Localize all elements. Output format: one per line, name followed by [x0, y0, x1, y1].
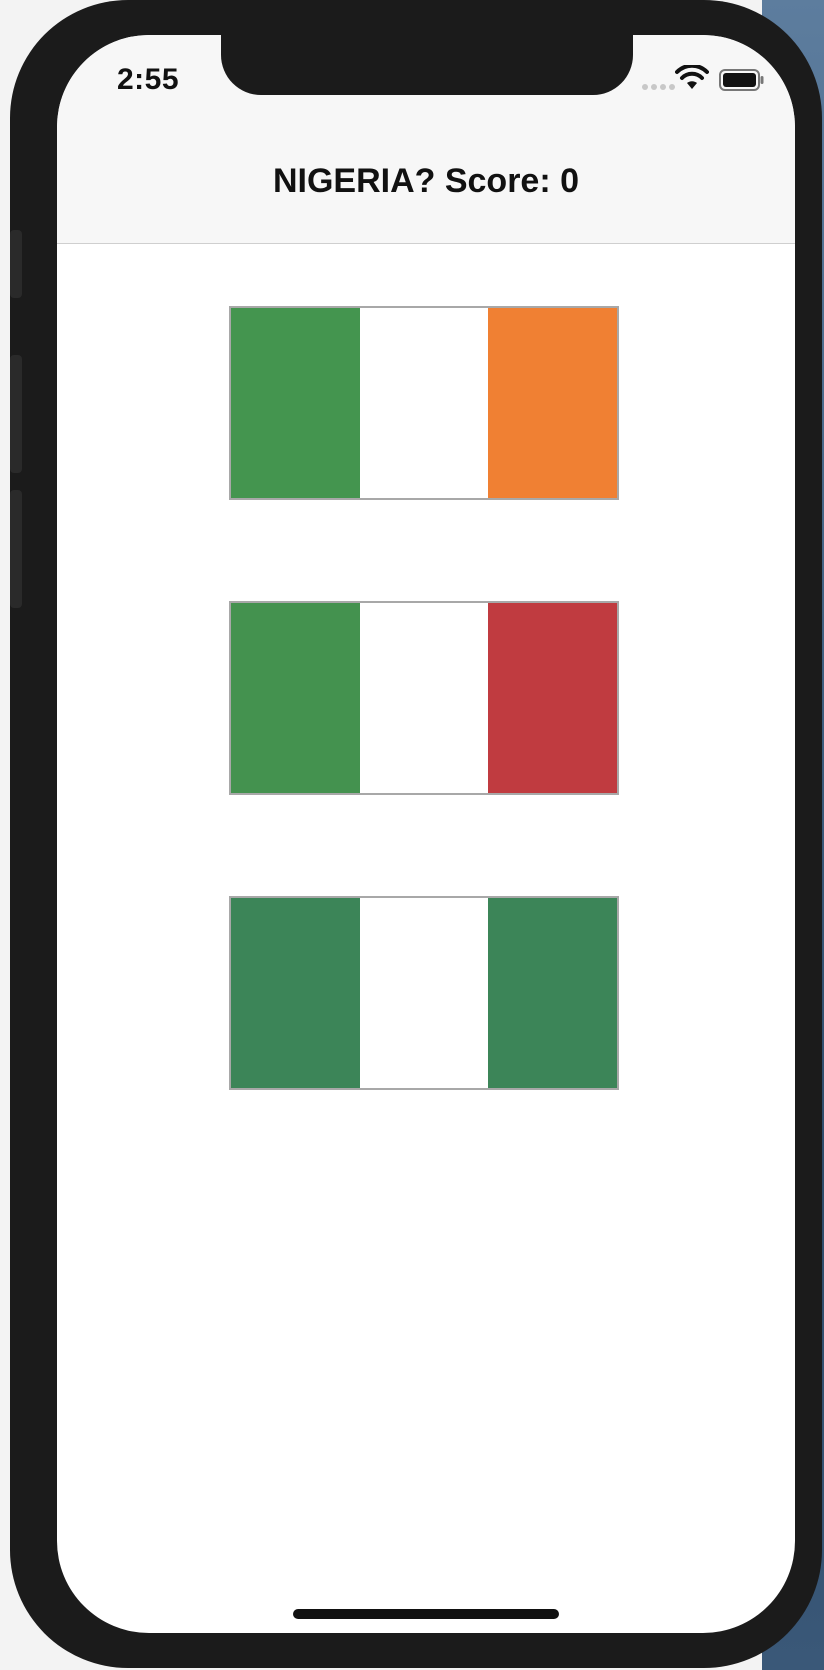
flag-stripe-middle	[359, 308, 489, 498]
flag-stripe-right	[488, 308, 618, 498]
device-notch	[221, 35, 633, 95]
flag-button-1[interactable]	[229, 306, 619, 500]
flag-stripe-middle	[359, 898, 489, 1088]
flag-stripe-middle	[359, 603, 489, 793]
page-title: NIGERIA? Score: 0	[272, 161, 580, 200]
volume-up-button	[10, 355, 22, 473]
flag-button-3[interactable]	[229, 896, 619, 1090]
battery-icon	[719, 69, 764, 91]
flag-stripe-left	[231, 308, 360, 498]
wifi-icon	[675, 65, 709, 89]
home-indicator[interactable]	[293, 1609, 559, 1619]
flag-stripe-left	[231, 603, 360, 793]
flag-stripe-right	[488, 603, 618, 793]
status-time: 2:55	[117, 63, 180, 96]
app-screen: 2:55 NIGERIA? Score: 0	[57, 35, 795, 1633]
flag-stripe-left	[231, 898, 360, 1088]
flag-button-2[interactable]	[229, 601, 619, 795]
device-frame: 2:55 NIGERIA? Score: 0	[10, 0, 822, 1668]
flag-stripe-right	[488, 898, 618, 1088]
mute-switch	[10, 230, 22, 298]
navigation-bar: NIGERIA? Score: 0	[57, 125, 795, 244]
volume-down-button	[10, 490, 22, 608]
cellular-signal-icon	[642, 84, 675, 90]
